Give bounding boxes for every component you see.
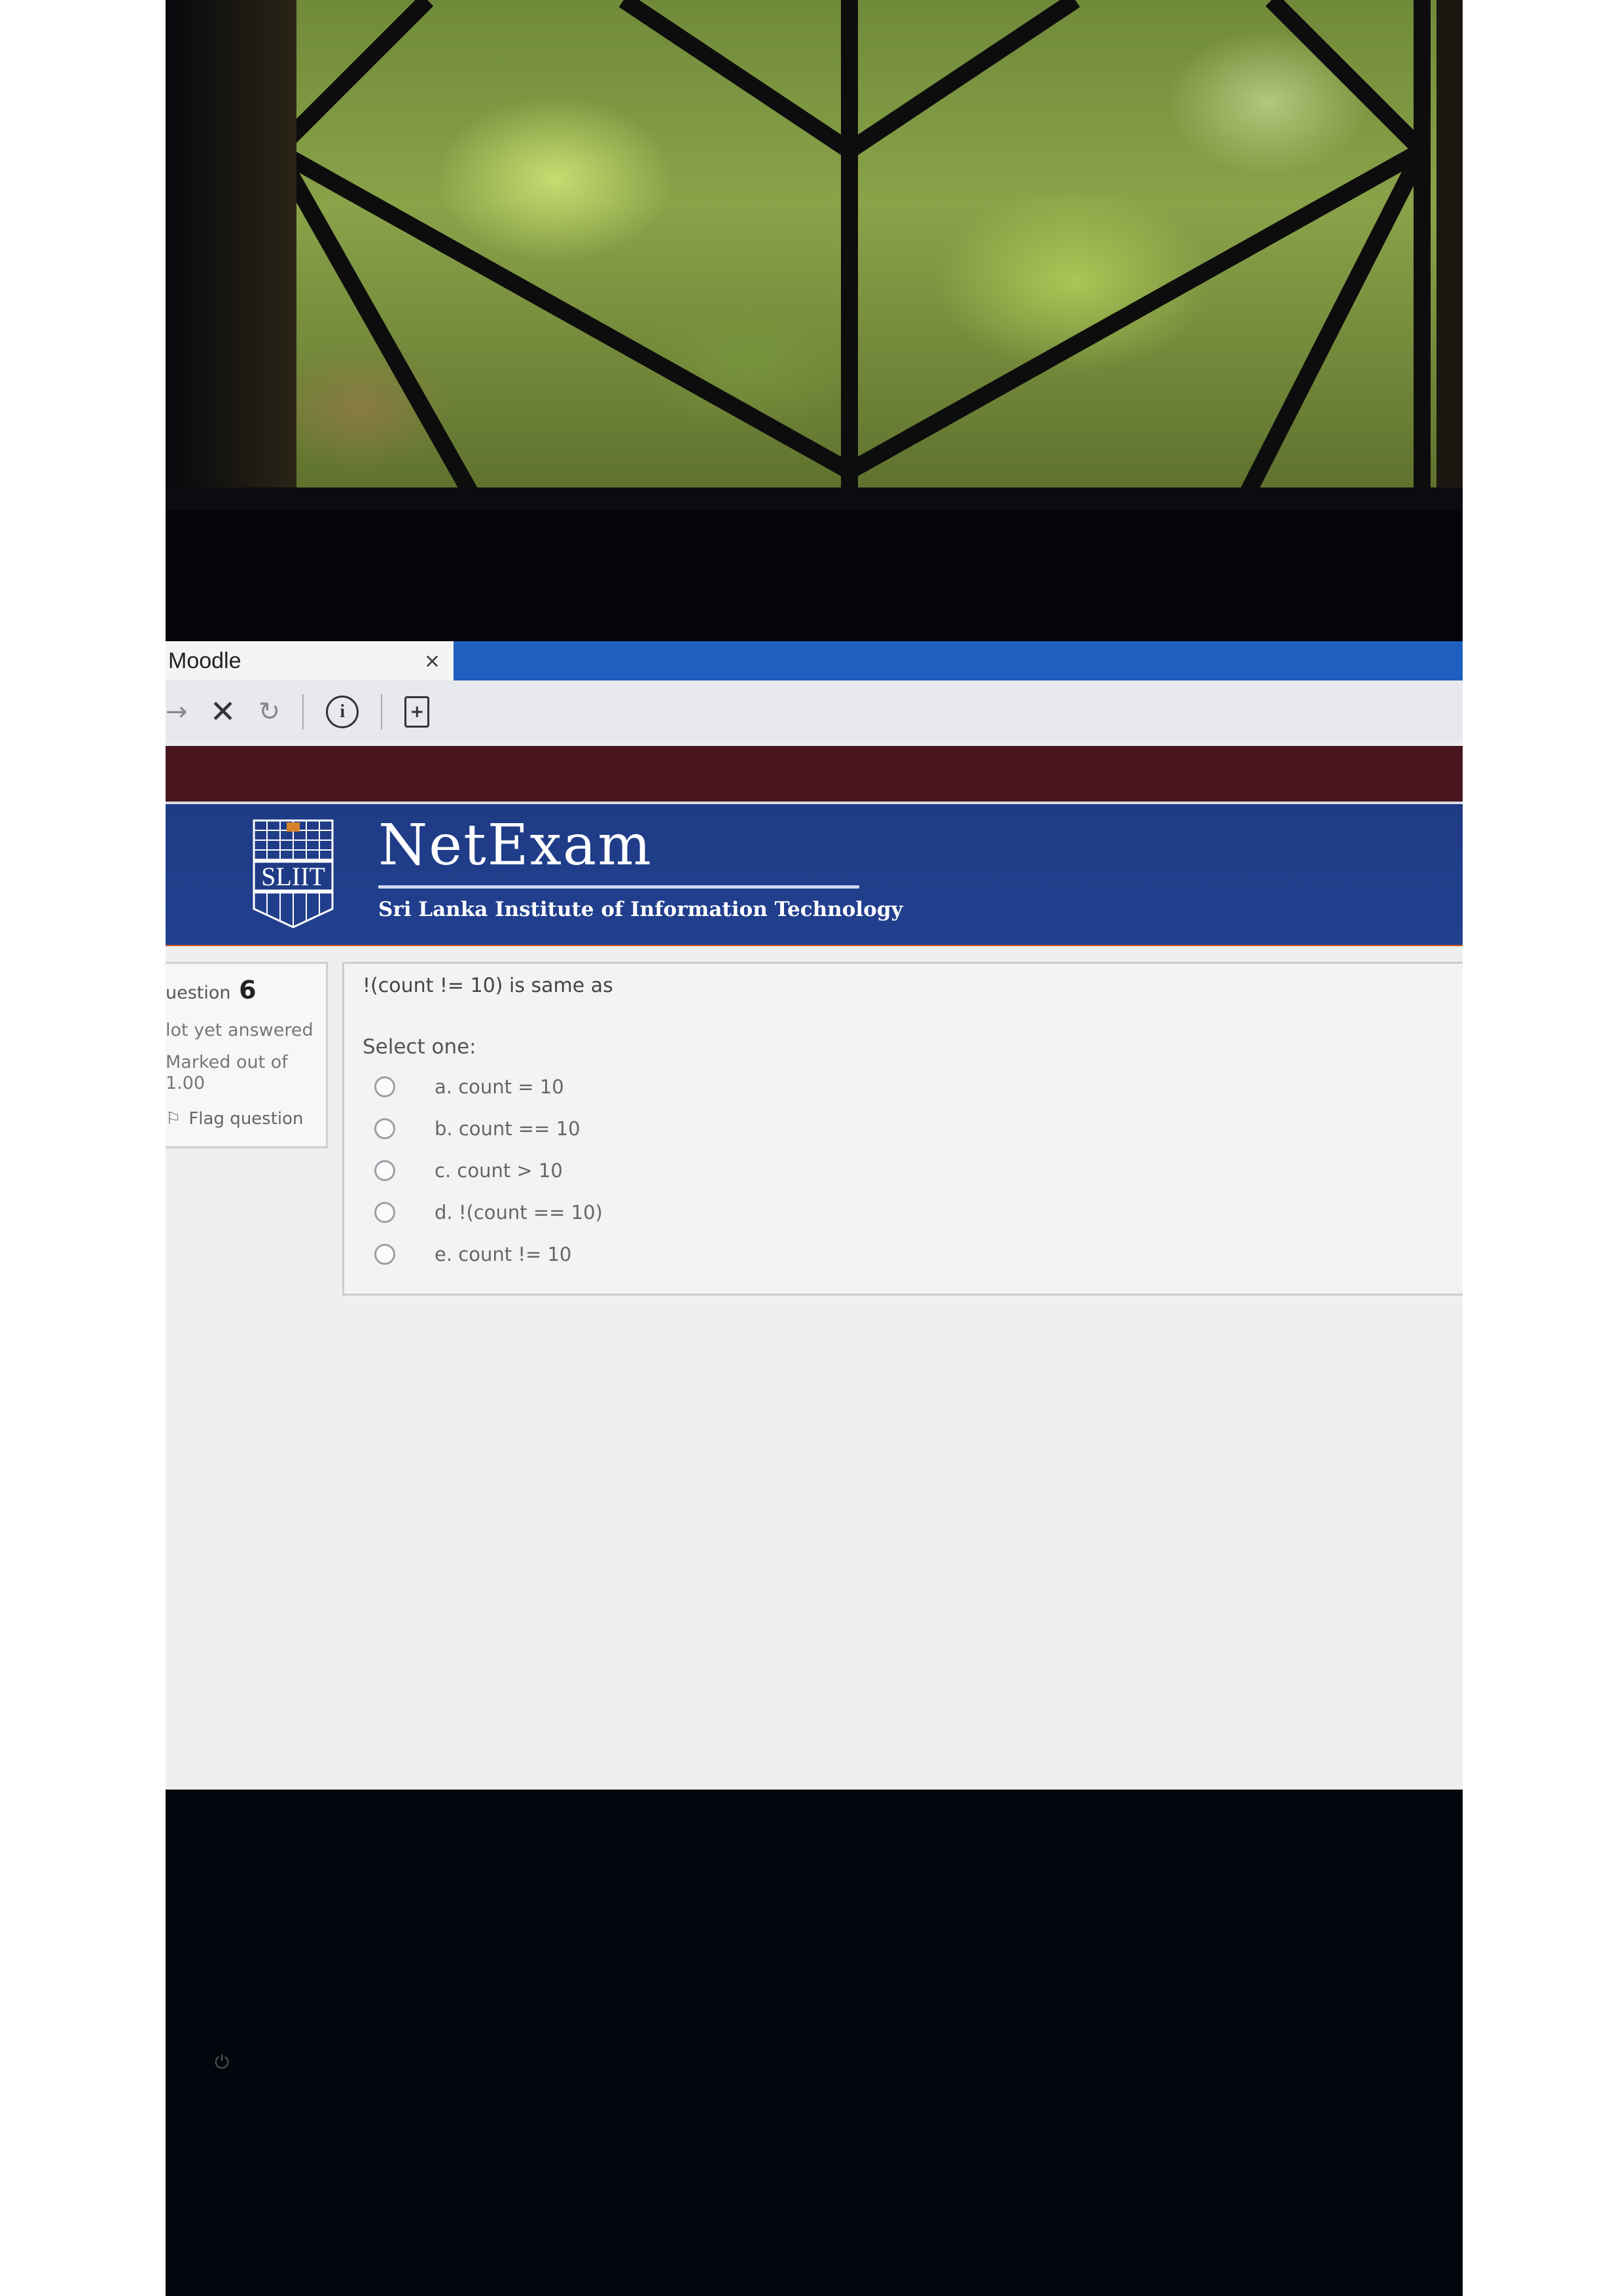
forward-icon[interactable]: → <box>166 699 188 725</box>
browser-tab-strip: Moodle × <box>166 641 1463 680</box>
brand-block: NetExam Sri Lanka Institute of Informati… <box>378 817 903 921</box>
radio-button[interactable] <box>374 1244 395 1265</box>
option-label[interactable]: d. !(count == 10) <box>435 1201 603 1224</box>
reload-icon[interactable]: ↻ <box>259 699 281 725</box>
browser-toolbar: → ✕ ↻ i + <box>166 680 1463 743</box>
option-label[interactable]: e. count != 10 <box>435 1243 571 1265</box>
laptop-body: ⏻ <box>166 1790 1463 2296</box>
answer-option-c[interactable]: c. count > 10 <box>363 1157 1463 1184</box>
answer-option-d[interactable]: d. !(count == 10) <box>363 1199 1463 1226</box>
browser-tab[interactable]: Moodle × <box>166 641 454 680</box>
site-subtitle: Sri Lanka Institute of Information Techn… <box>378 898 903 921</box>
tab-title: Moodle <box>168 648 241 673</box>
site-top-bar <box>166 746 1463 802</box>
radio-button[interactable] <box>374 1160 395 1181</box>
page-action-icon[interactable]: + <box>404 696 430 728</box>
window-grille <box>268 0 1431 502</box>
radio-button[interactable] <box>374 1076 395 1097</box>
sliit-logo: SLIIT <box>253 819 334 928</box>
laptop-bezel-top <box>166 510 1463 641</box>
marks-value: 1.00 <box>166 1073 205 1094</box>
quiz-content: uestion 6 lot yet answered Marked out of… <box>166 946 1463 1790</box>
window-frame-right <box>1436 0 1463 510</box>
flag-icon: ⚐ <box>166 1108 181 1129</box>
question-state: lot yet answered <box>166 1020 313 1040</box>
marked-out-of-label: Marked out of <box>166 1052 288 1072</box>
toolbar-separator <box>381 694 383 730</box>
site-title[interactable]: NetExam <box>378 817 903 874</box>
stop-icon[interactable]: ✕ <box>210 696 236 728</box>
tab-close-icon[interactable]: × <box>424 650 440 673</box>
select-one-prompt: Select one: <box>363 1035 476 1059</box>
site-info-icon[interactable]: i <box>326 695 359 728</box>
window-frame-left <box>166 0 296 510</box>
title-divider <box>378 885 859 889</box>
flag-question-button[interactable]: ⚐ Flag question <box>166 1109 319 1129</box>
flag-question-label: Flag question <box>188 1108 304 1129</box>
photo-frame: Moodle × → ✕ ↻ i + SLIIT NetExam Sri Lan… <box>166 0 1463 2296</box>
question-grade: Marked out of 1.00 <box>166 1052 319 1095</box>
option-label[interactable]: a. count = 10 <box>435 1076 564 1098</box>
question-label: uestion <box>166 983 231 1003</box>
answer-option-b[interactable]: b. count == 10 <box>363 1115 1463 1142</box>
radio-button[interactable] <box>374 1118 395 1139</box>
question-number: uestion 6 <box>166 976 319 1004</box>
question-info-panel: uestion 6 lot yet answered Marked out of… <box>166 962 328 1148</box>
answer-option-a[interactable]: a. count = 10 <box>363 1073 1463 1101</box>
netexam-header: SLIIT NetExam Sri Lanka Institute of Inf… <box>166 802 1463 949</box>
question-text: !(count != 10) is same as <box>363 974 613 997</box>
question-number-value: 6 <box>239 976 257 1004</box>
toolbar-separator <box>302 694 304 730</box>
question-box: !(count != 10) is same as Select one: a.… <box>342 962 1463 1296</box>
radio-button[interactable] <box>374 1202 395 1223</box>
option-label[interactable]: c. count > 10 <box>435 1159 563 1182</box>
option-label[interactable]: b. count == 10 <box>435 1118 580 1140</box>
answer-option-e[interactable]: e. count != 10 <box>363 1241 1463 1268</box>
power-icon: ⏻ <box>215 2051 230 2073</box>
window-sill <box>166 487 1463 510</box>
laptop-screen: Moodle × → ✕ ↻ i + SLIIT NetExam Sri Lan… <box>166 641 1463 1790</box>
logo-lettering: SLIIT <box>261 862 325 891</box>
